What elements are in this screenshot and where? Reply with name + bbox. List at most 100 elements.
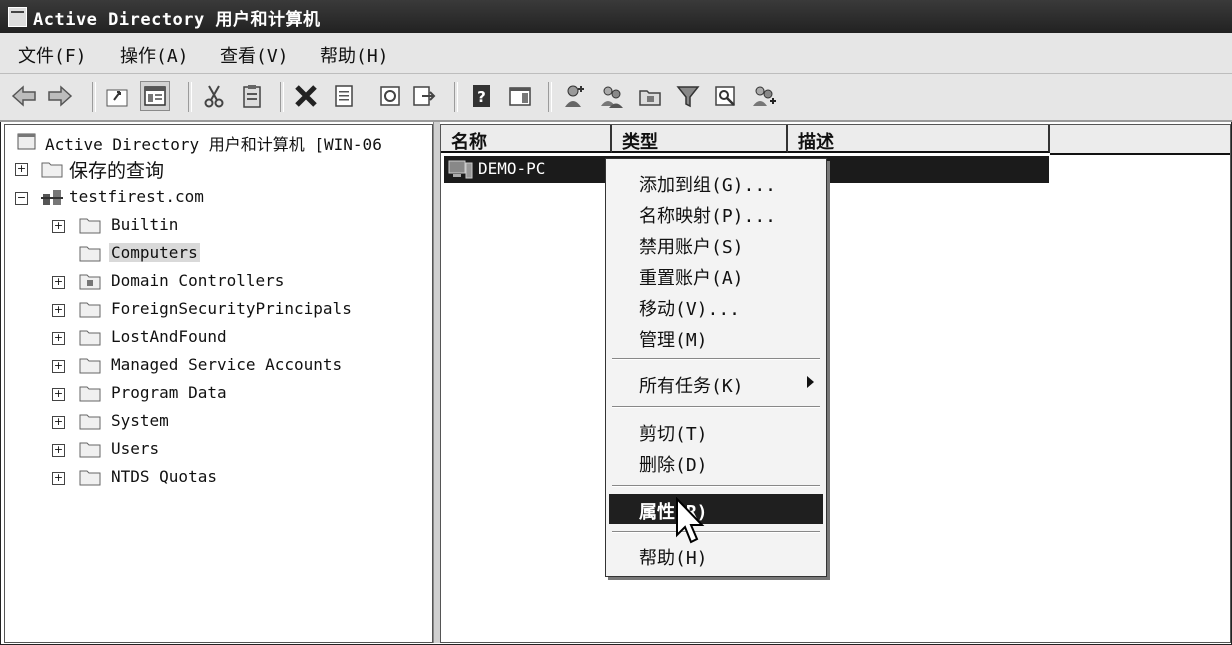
folder-icon	[79, 356, 101, 374]
folder-icon	[79, 244, 101, 262]
menu-view[interactable]: 查看(V)	[220, 42, 289, 68]
menu-action[interactable]: 操作(A)	[120, 42, 189, 68]
menu-item-delete[interactable]: 删除(D)	[606, 447, 826, 477]
collapse-icon[interactable]: −	[15, 192, 28, 205]
menu-separator	[612, 406, 820, 408]
add-to-group-icon[interactable]	[750, 82, 778, 110]
tree-item-domain-controllers[interactable]: + Domain Controllers	[5, 269, 432, 295]
menu-item-move[interactable]: 移动(V)...	[606, 291, 826, 321]
menu-help[interactable]: 帮助(H)	[320, 42, 389, 68]
toolbar-separator	[548, 82, 552, 112]
menu-file[interactable]: 文件(F)	[18, 42, 87, 68]
tree-item-foreign-security-principals[interactable]: + ForeignSecurityPrincipals	[5, 297, 432, 323]
folder-icon	[41, 160, 63, 178]
tree-item-lost-and-found[interactable]: + LostAndFound	[5, 325, 432, 351]
menu-item-reset-account[interactable]: 重置账户(A)	[606, 260, 826, 290]
tree-label: Managed Service Accounts	[111, 355, 343, 374]
new-ou-icon[interactable]	[636, 82, 664, 110]
expand-icon[interactable]: +	[52, 416, 65, 429]
expand-icon[interactable]: +	[52, 444, 65, 457]
back-icon[interactable]	[10, 82, 38, 110]
properties-icon[interactable]	[330, 82, 358, 110]
forward-icon[interactable]	[46, 82, 74, 110]
ou-icon	[79, 272, 101, 290]
tree-label: Users	[111, 439, 160, 458]
expand-icon[interactable]: +	[52, 388, 65, 401]
menu-item-all-tasks[interactable]: 所有任务(K)	[606, 368, 826, 398]
tree-label: Builtin	[111, 215, 179, 234]
tree-label: System	[111, 411, 169, 430]
tree-label: 保存的查询	[69, 160, 165, 182]
new-user-icon[interactable]	[560, 82, 588, 110]
list-row-name: DEMO-PC	[478, 159, 546, 178]
tree-item-managed-service-accounts[interactable]: + Managed Service Accounts	[5, 353, 432, 379]
show-hide-tree-icon[interactable]	[140, 81, 170, 111]
tree-item-builtin[interactable]: + Builtin	[5, 213, 432, 239]
expand-icon[interactable]: +	[52, 220, 65, 233]
tree-item-system[interactable]: + System	[5, 409, 432, 435]
column-header-name[interactable]: 名称	[441, 125, 612, 153]
menu-item-manage[interactable]: 管理(M)	[606, 322, 826, 352]
cut-icon[interactable]	[200, 82, 228, 110]
submenu-arrow-icon	[807, 376, 814, 388]
app-icon	[8, 7, 27, 27]
folder-icon	[79, 216, 101, 234]
expand-icon[interactable]: +	[15, 163, 28, 176]
folder-icon	[79, 328, 101, 346]
toolbar-separator	[188, 82, 192, 112]
tree-item-root[interactable]: Active Directory 用户和计算机 [WIN-06	[5, 129, 432, 155]
tree-label-selected: Computers	[109, 243, 200, 262]
help-icon[interactable]: ?	[468, 82, 496, 110]
toolbar-separator	[280, 82, 284, 112]
delete-icon[interactable]	[292, 82, 320, 110]
tree-item-ntds-quotas[interactable]: + NTDS Quotas	[5, 465, 432, 491]
action-pane-icon[interactable]	[506, 82, 534, 110]
menu-item-label: 所有任务(K)	[639, 376, 744, 397]
menu-item-cut[interactable]: 剪切(T)	[606, 416, 826, 446]
menu-separator	[612, 358, 820, 360]
export-icon[interactable]	[410, 82, 438, 110]
expand-icon[interactable]: +	[52, 360, 65, 373]
context-menu: 添加到组(G)... 名称映射(P)... 禁用账户(S) 重置账户(A) 移动…	[605, 158, 827, 577]
menu-bar: 文件(F) 操作(A) 查看(V) 帮助(H)	[0, 33, 1232, 74]
folder-icon	[79, 412, 101, 430]
new-group-icon[interactable]	[598, 82, 626, 110]
folder-icon	[79, 440, 101, 458]
column-header-filler	[1050, 125, 1230, 155]
column-header-description[interactable]: 描述	[788, 125, 1050, 153]
tree-item-saved-queries[interactable]: + 保存的查询	[5, 156, 432, 182]
expand-icon[interactable]: +	[52, 304, 65, 317]
expand-icon[interactable]: +	[52, 472, 65, 485]
tree-label: NTDS Quotas	[111, 467, 217, 486]
find-icon[interactable]	[712, 82, 740, 110]
tree-item-users[interactable]: + Users	[5, 437, 432, 463]
menu-item-help[interactable]: 帮助(H)	[606, 540, 826, 570]
console-tree[interactable]: Active Directory 用户和计算机 [WIN-06 + 保存的查询 …	[4, 124, 433, 643]
menu-item-properties[interactable]: 属性(R)	[609, 494, 823, 524]
tree-item-domain[interactable]: − testfirest.com	[5, 185, 432, 211]
expand-icon[interactable]: +	[52, 276, 65, 289]
menu-separator	[612, 531, 820, 533]
details-list[interactable]: 名称 类型 描述	[440, 124, 1231, 643]
pane-splitter[interactable]	[433, 122, 440, 643]
refresh-icon[interactable]	[376, 82, 404, 110]
menu-item-name-mappings[interactable]: 名称映射(P)...	[606, 198, 826, 228]
title-bar: Active Directory 用户和计算机	[0, 0, 1232, 33]
tree-item-computers[interactable]: Computers	[5, 241, 432, 267]
menu-item-add-to-group[interactable]: 添加到组(G)...	[606, 167, 826, 197]
tree-label: Active Directory 用户和计算机 [WIN-06	[45, 135, 382, 154]
toolbar-separator	[454, 82, 458, 112]
menu-item-disable-account[interactable]: 禁用账户(S)	[606, 229, 826, 259]
column-header-type[interactable]: 类型	[612, 125, 788, 153]
tree-label: ForeignSecurityPrincipals	[111, 299, 352, 318]
expand-icon[interactable]: +	[52, 332, 65, 345]
domain-icon	[41, 188, 63, 206]
computer-icon	[447, 160, 475, 180]
filter-icon[interactable]	[674, 82, 702, 110]
toolbar-separator	[92, 82, 96, 112]
up-icon[interactable]	[104, 82, 132, 110]
tree-item-program-data[interactable]: + Program Data	[5, 381, 432, 407]
folder-icon	[79, 468, 101, 486]
paste-icon[interactable]	[238, 82, 266, 110]
folder-icon	[79, 384, 101, 402]
